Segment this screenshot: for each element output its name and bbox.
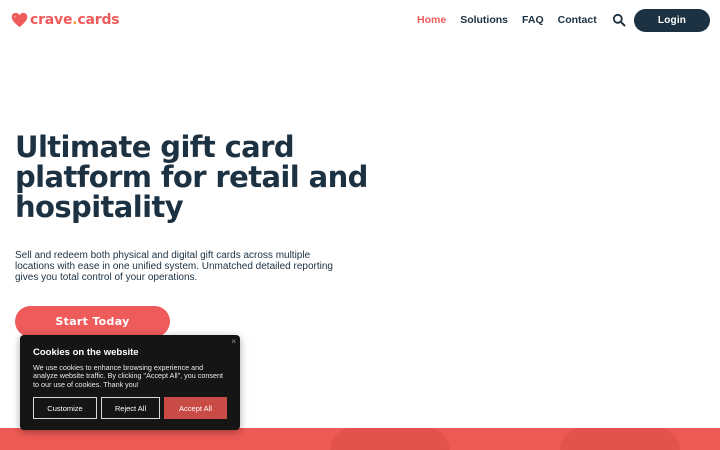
- reject-all-button[interactable]: Reject All: [101, 397, 160, 419]
- hero-description: Sell and redeem both physical and digita…: [15, 250, 333, 283]
- start-today-button[interactable]: Start Today: [15, 306, 170, 337]
- nav-item-solutions[interactable]: Solutions: [460, 14, 508, 26]
- login-button[interactable]: Login: [634, 9, 710, 32]
- band-decoration: [330, 428, 450, 450]
- nav-item-faq[interactable]: FAQ: [522, 14, 544, 26]
- close-icon[interactable]: ×: [231, 337, 236, 346]
- cookie-actions: Customize Reject All Accept All: [33, 397, 227, 419]
- hero-title: Ultimate gift card platform for retail a…: [15, 130, 368, 224]
- main-nav: Home Solutions FAQ Contact: [417, 14, 611, 26]
- nav-item-home[interactable]: Home: [417, 14, 446, 26]
- brand-name: crave.cards: [30, 12, 120, 28]
- cookie-banner: × Cookies on the website We use cookies …: [20, 335, 240, 430]
- cookie-text: We use cookies to enhance browsing exper…: [33, 363, 223, 389]
- band-decoration: [560, 428, 680, 450]
- accept-all-button[interactable]: Accept All: [164, 397, 227, 419]
- heart-logo-icon: [11, 12, 28, 28]
- brand-logo[interactable]: crave.cards: [11, 11, 120, 29]
- cookie-title: Cookies on the website: [33, 347, 139, 358]
- footer-band: [0, 428, 720, 450]
- nav-item-contact[interactable]: Contact: [558, 14, 597, 26]
- customize-button[interactable]: Customize: [33, 397, 97, 419]
- search-icon[interactable]: [612, 13, 626, 27]
